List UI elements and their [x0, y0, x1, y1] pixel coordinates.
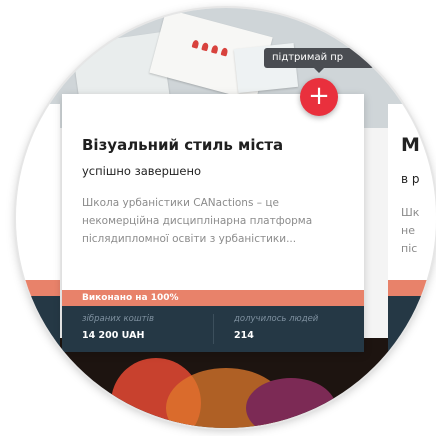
- project-stats: зібраних коштів 14 200 UAH долучилось лю…: [62, 306, 364, 352]
- progress-label: Виконано на 100%: [82, 293, 179, 303]
- tooltip-arrow: [314, 68, 324, 73]
- funds-raised-stat: зібраних коштів 14 200 UAH: [82, 314, 154, 341]
- next-project-card[interactable]: М в р Шк не піс: [388, 104, 436, 352]
- next-card-progress-bar: [388, 280, 436, 296]
- next-card-title: М: [401, 134, 420, 156]
- next-card-stats: [388, 296, 436, 352]
- supporters-value: 214: [234, 330, 254, 341]
- support-tooltip: підтримай пр: [264, 48, 374, 68]
- funds-raised-label: зібраних коштів: [82, 314, 154, 324]
- next-card-subtitle: в р: [401, 172, 420, 186]
- previous-project-card[interactable]: [16, 104, 60, 352]
- funds-raised-value: 14 200 UAH: [82, 330, 145, 341]
- project-title[interactable]: Візуальний стиль міста: [82, 136, 283, 154]
- magnifier-view: М в р Шк не піс Візуальний стиль міста у…: [16, 8, 436, 428]
- supporters-stat: долучилось людей 214: [234, 314, 318, 341]
- project-description: Школа урбаністики CANactions – це некоме…: [82, 197, 313, 245]
- progress-bar: Виконано на 100%: [62, 290, 364, 306]
- stats-divider: [213, 314, 214, 344]
- supporters-label: долучилось людей: [234, 314, 319, 324]
- next-card-description: Шк не піс: [401, 206, 420, 255]
- support-plus-button[interactable]: +: [300, 78, 338, 116]
- project-card[interactable]: Візуальний стиль міста успішно завершено…: [62, 94, 364, 352]
- project-status: успішно завершено: [82, 164, 202, 178]
